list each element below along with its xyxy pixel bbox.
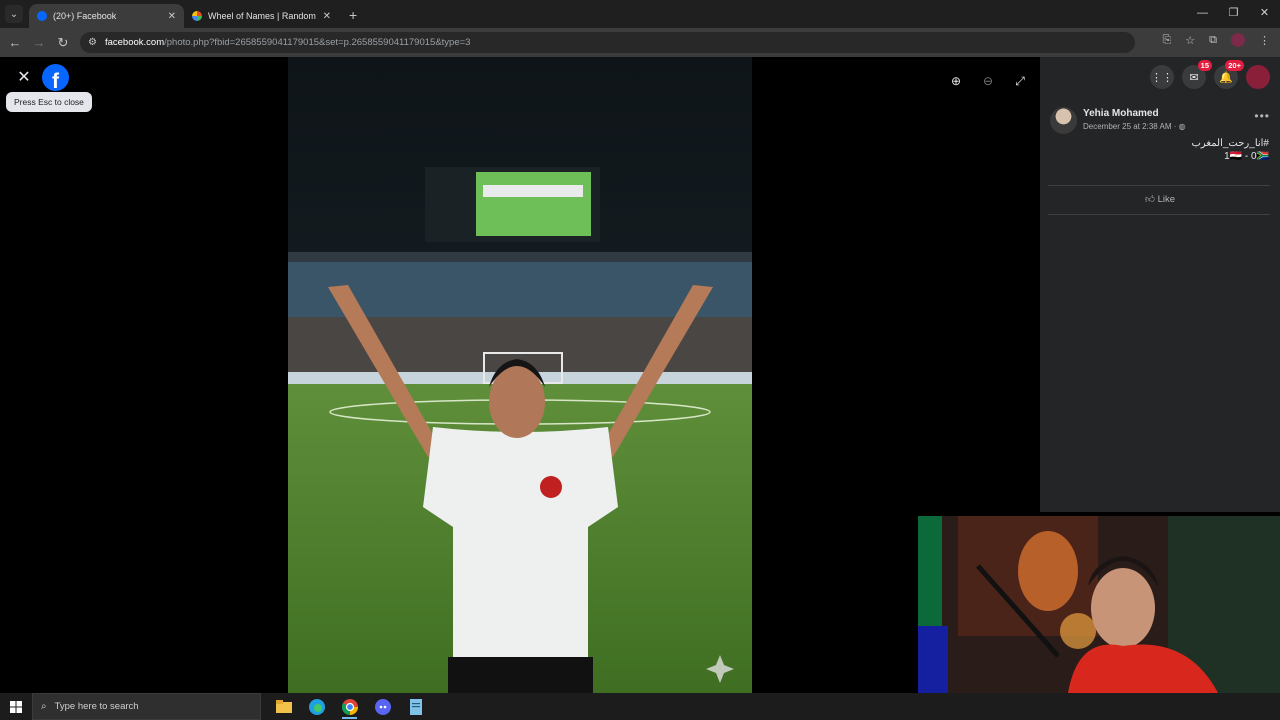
file-explorer-icon[interactable]	[267, 693, 300, 720]
post-details-panel: ⋮⋮ ✉ 15 🔔 20+ Yehia Mohamed December 25 …	[1040, 57, 1280, 512]
tab-title: (20+) Facebook	[53, 11, 117, 21]
author-name[interactable]: Yehia Mohamed	[1083, 108, 1159, 119]
install-app-icon[interactable]: ⎘	[1162, 34, 1171, 47]
url-path: /photo.php?fbid=2658559041179015&set=p.2…	[164, 37, 471, 48]
close-tooltip: Press Esc to close	[6, 92, 92, 112]
zoom-in-icon[interactable]: ⊕	[945, 70, 967, 92]
chrome-menu-icon[interactable]: ⋮	[1259, 34, 1270, 47]
post-score: 1🇪🇬 - 0🇿🇦	[1224, 151, 1269, 162]
fullscreen-icon[interactable]: ⤢	[1009, 70, 1031, 92]
globe-icon: ◍	[1178, 122, 1186, 131]
post-header: Yehia Mohamed December 25 at 2:38 AM · ◍…	[1050, 107, 1272, 137]
taskbar-search-box[interactable]: ⌕ Type here to search	[32, 693, 261, 720]
tab-facebook[interactable]: (20+) Facebook ✕	[29, 4, 184, 28]
edge-icon[interactable]	[300, 693, 333, 720]
tab-title: Wheel of Names | Random nam	[208, 11, 317, 21]
address-bar[interactable]: ⚙ facebook.com/photo.php?fbid=2658559041…	[80, 32, 1135, 53]
more-options-icon[interactable]: •••	[1254, 109, 1270, 123]
windows-start-icon[interactable]	[0, 693, 32, 720]
chrome-icon[interactable]	[333, 693, 366, 720]
messenger-badge: 15	[1197, 60, 1212, 71]
profile-avatar[interactable]	[1231, 33, 1245, 47]
window-controls: — ❐ ✕	[1187, 0, 1280, 28]
bookmark-star-icon[interactable]: ☆	[1185, 34, 1195, 47]
discord-icon[interactable]	[366, 693, 399, 720]
browser-toolbar: ← → ↻ ⚙ facebook.com/photo.php?fbid=2658…	[0, 28, 1280, 57]
close-tab-icon[interactable]: ✕	[323, 11, 331, 22]
divider	[1048, 214, 1270, 215]
new-tab-button[interactable]: +	[349, 7, 357, 23]
photo-viewer: ✕ f Press Esc to close ⊕ ⊖ ⤢	[0, 57, 1040, 693]
wheel-favicon-icon	[192, 11, 202, 21]
account-avatar[interactable]	[1246, 65, 1270, 89]
zoom-out-icon[interactable]: ⊖	[977, 70, 999, 92]
post-hashtag[interactable]: #انا_رحت_المغرب	[1192, 137, 1270, 150]
facebook-logo-icon[interactable]: f	[42, 64, 69, 91]
post-text: #انا_رحت_المغرب 1🇪🇬 - 0🇿🇦	[1192, 137, 1270, 163]
notifications-bell-icon[interactable]: 🔔 20+	[1214, 60, 1244, 89]
close-viewer-icon[interactable]: ✕	[13, 66, 35, 88]
author-avatar[interactable]	[1050, 107, 1077, 134]
site-info-icon[interactable]: ⚙	[88, 37, 97, 48]
close-window-icon[interactable]: ✕	[1249, 0, 1280, 28]
tab-wheel-of-names[interactable]: Wheel of Names | Random nam ✕	[184, 4, 339, 28]
close-tab-icon[interactable]: ✕	[168, 11, 176, 22]
back-icon[interactable]: ←	[3, 35, 27, 50]
browser-tab-bar: ⌄ (20+) Facebook ✕ Wheel of Names | Rand…	[0, 0, 1280, 28]
search-icon: ⌕	[41, 701, 47, 712]
search-placeholder: Type here to search	[54, 701, 139, 712]
forward-icon[interactable]: →	[27, 35, 51, 50]
url-domain: facebook.com	[104, 37, 165, 48]
restore-icon[interactable]: ❐	[1218, 0, 1249, 28]
facebook-favicon-icon	[37, 11, 47, 21]
messenger-icon[interactable]: ✉ 15	[1182, 60, 1212, 89]
notepad-icon[interactable]	[399, 693, 432, 720]
post-photo	[288, 57, 752, 693]
notifications-badge: 20+	[1225, 60, 1244, 71]
windows-taskbar: ⌕ Type here to search	[0, 693, 1280, 720]
reload-icon[interactable]: ↻	[51, 35, 75, 51]
menu-grid-icon[interactable]: ⋮⋮	[1150, 65, 1174, 89]
webcam-overlay	[918, 516, 1280, 693]
tab-search-button[interactable]: ⌄	[5, 5, 23, 23]
extensions-icon[interactable]: ⧉	[1209, 34, 1217, 47]
minimize-icon[interactable]: —	[1187, 0, 1218, 28]
divider	[1048, 185, 1270, 186]
like-button[interactable]: 👍︎ Like	[1040, 193, 1280, 205]
thumbs-up-icon: 👍︎	[1144, 194, 1155, 205]
post-timestamp[interactable]: December 25 at 2:38 AM · ◍	[1083, 122, 1186, 131]
